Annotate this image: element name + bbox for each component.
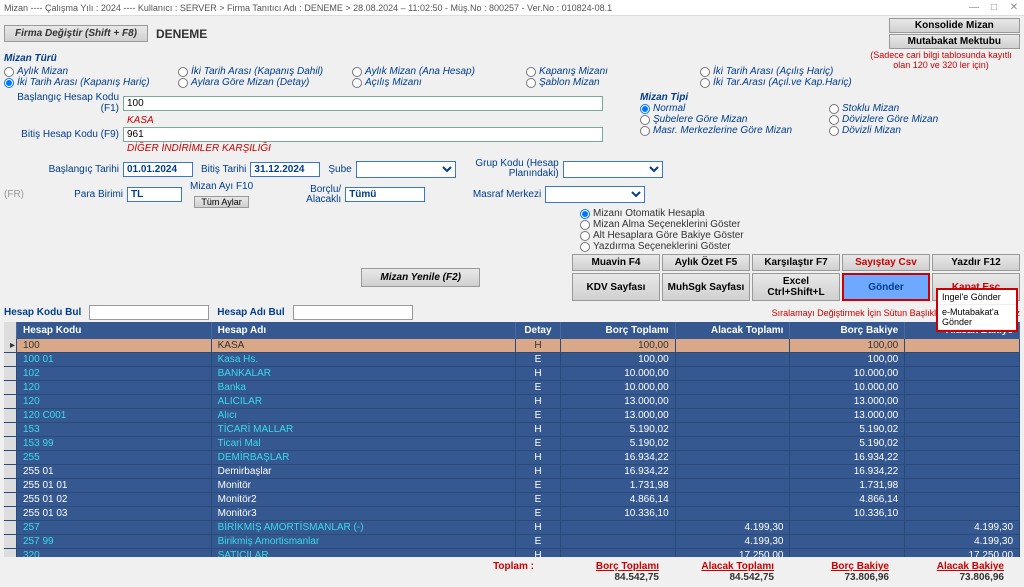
- table-row[interactable]: ▸ 100 KASA H 100,00 100,00: [4, 339, 1020, 353]
- table-row[interactable]: 102 BANKALAR H 10.000,00 10.000,00: [4, 367, 1020, 381]
- bas-hesap-desc: KASA: [127, 115, 154, 126]
- action-button[interactable]: MuhSgk Sayfası: [662, 273, 750, 301]
- bas-tarih-input[interactable]: [123, 162, 193, 177]
- titlebar-text: Mizan ---- Çalışma Yılı : 2024 ---- Kull…: [4, 3, 612, 13]
- dropdown-item[interactable]: e-Mutabakat'a Gönder: [938, 305, 1016, 330]
- note-text: (Sadece cari bilgi tablosunda kayıtlı ol…: [862, 50, 1020, 70]
- firma-degistir-button[interactable]: Firma Değiştir (Shift + F8): [4, 25, 148, 42]
- grid-header: Hesap Kodu Hesap Adı Detay Borç Toplamı …: [4, 322, 1020, 339]
- hesap-adi-bul-label: Hesap Adı Bul: [217, 307, 284, 318]
- table-row[interactable]: 257 BİRİKMİŞ AMORTİSMANLAR (-) H 4.199,3…: [4, 521, 1020, 535]
- mizan-tipi-radio[interactable]: Dövizlere Göre Mizan: [829, 114, 1014, 125]
- action-button[interactable]: Sayıştay Csv: [842, 254, 930, 271]
- masraf-label: Masraf Merkezi: [451, 189, 541, 200]
- col-borc-toplami[interactable]: Borç Toplamı: [561, 322, 676, 339]
- mizan-tipi-radio[interactable]: Stoklu Mizan: [829, 103, 1014, 114]
- totals-column: Borç Bakiye73.806,96: [774, 561, 889, 583]
- fr-label: (FR): [4, 189, 24, 200]
- table-row[interactable]: 120 Banka E 10.000,00 10.000,00: [4, 381, 1020, 395]
- action-button[interactable]: Aylık Özet F5: [662, 254, 750, 271]
- col-hesap-kodu[interactable]: Hesap Kodu: [17, 322, 212, 339]
- action-button[interactable]: Gönder: [842, 273, 930, 301]
- bit-tarih-input[interactable]: [250, 162, 320, 177]
- table-row[interactable]: 153 TİCARİ MALLAR H 5.190,02 5.190,02: [4, 423, 1020, 437]
- hesap-kodu-bul-label: Hesap Kodu Bul: [4, 307, 81, 318]
- mizan-turu-radio[interactable]: Aylık Mizan: [4, 66, 174, 77]
- action-button[interactable]: KDV Sayfası: [572, 273, 660, 301]
- totals-column: Alacak Bakiye73.806,96: [889, 561, 1004, 583]
- para-label: Para Birimi: [32, 189, 123, 200]
- mizan-turu-radio[interactable]: İki Tarih Arası (Açılış Hariç): [700, 66, 870, 77]
- hesap-kodu-bul-input[interactable]: [89, 305, 209, 320]
- titlebar: Mizan ---- Çalışma Yılı : 2024 ---- Kull…: [0, 0, 1024, 16]
- dropdown-item[interactable]: Ingel'e Gönder: [938, 290, 1016, 305]
- col-borc-bakiye[interactable]: Borç Bakiye: [790, 322, 905, 339]
- mizan-ayi-label: Mizan Ayı F10: [190, 181, 253, 192]
- gonder-dropdown: Ingel'e Gönder e-Mutabakat'a Gönder: [936, 288, 1018, 332]
- table-row[interactable]: 255 01 01 Monitör E 1.731,98 1.731,98: [4, 479, 1020, 493]
- totals-column: Alacak Toplamı84.542,75: [659, 561, 774, 583]
- maximize-icon[interactable]: □: [988, 2, 1000, 14]
- borclu-label: Borçlu/ Alacaklı: [291, 185, 341, 205]
- mizan-tipi-radio[interactable]: Şubelere Göre Mizan: [640, 114, 825, 125]
- col-alacak-toplami[interactable]: Alacak Toplamı: [676, 322, 791, 339]
- grup-select[interactable]: [563, 161, 663, 178]
- bas-hesap-label: Başlangıç Hesap Kodu (F1): [4, 92, 119, 114]
- col-detay[interactable]: Detay: [516, 322, 561, 339]
- table-row[interactable]: 255 01 Demirbaşlar H 16.934,22 16.934,22: [4, 465, 1020, 479]
- mizan-tipi-label: Mizan Tipi: [640, 92, 1020, 103]
- bit-hesap-input[interactable]: [123, 127, 603, 142]
- mizan-turu-radio[interactable]: Aylara Göre Mizan (Detay): [178, 77, 348, 88]
- mizan-turu-radio[interactable]: İki Tar.Arası (Açıl.ve Kap.Hariç): [700, 77, 870, 88]
- table-row[interactable]: 255 01 03 Monitör3 E 10.336,10 10.336,10: [4, 507, 1020, 521]
- minimize-icon[interactable]: —: [968, 2, 980, 14]
- close-icon[interactable]: ✕: [1008, 2, 1020, 14]
- action-button[interactable]: Karşılaştır F7: [752, 254, 840, 271]
- sube-label: Şube: [328, 164, 351, 175]
- option-radio[interactable]: Alt Hesaplara Göre Bakiye Göster: [580, 230, 1024, 241]
- hesap-adi-bul-input[interactable]: [293, 305, 413, 320]
- konsolide-mizan-button[interactable]: Konsolide Mizan: [889, 18, 1020, 33]
- table-row[interactable]: 255 DEMİRBAŞLAR H 16.934,22 16.934,22: [4, 451, 1020, 465]
- grup-label: Grup Kodu (Hesap Planındaki): [464, 159, 559, 179]
- masraf-select[interactable]: [545, 186, 645, 203]
- table-row[interactable]: 100 01 Kasa Hs. E 100,00 100,00: [4, 353, 1020, 367]
- mizan-turu-radio[interactable]: İki Tarih Arası (Kapanış Hariç): [4, 77, 174, 88]
- para-input[interactable]: [127, 187, 182, 202]
- action-button[interactable]: Yazdır F12: [932, 254, 1020, 271]
- mutabakat-mektubu-button[interactable]: Mutabakat Mektubu: [889, 34, 1020, 49]
- table-row[interactable]: 257 99 Birikmiş Amortismanlar E 4.199,30…: [4, 535, 1020, 549]
- option-radio[interactable]: Mizan Alma Seçeneklerini Göster: [580, 219, 1024, 230]
- action-button[interactable]: Muavin F4: [572, 254, 660, 271]
- mizan-yenile-button[interactable]: Mizan Yenile (F2): [361, 268, 480, 287]
- mizan-tipi-radio[interactable]: Dövizli Mizan: [829, 125, 1014, 136]
- bit-tarih-label: Bitiş Tarihi: [201, 164, 246, 175]
- option-radio[interactable]: Yazdırma Seçeneklerini Göster: [580, 241, 1024, 252]
- mizan-tipi-radio[interactable]: Masr. Merkezlerine Göre Mizan: [640, 125, 825, 136]
- sube-select[interactable]: [356, 161, 456, 178]
- mizan-turu-radio[interactable]: İki Tarih Arası (Kapanış Dahil): [178, 66, 348, 77]
- option-radio[interactable]: Mizanı Otomatik Hesapla: [580, 208, 1024, 219]
- col-hesap-adi[interactable]: Hesap Adı: [212, 322, 516, 339]
- table-row[interactable]: 255 01 02 Monitör2 E 4.866,14 4.866,14: [4, 493, 1020, 507]
- totals-column: Borç Toplamı84.542,75: [544, 561, 659, 583]
- table-row[interactable]: 120 C001 Alıcı E 13.000,00 13.000,00: [4, 409, 1020, 423]
- mizan-turu-radio[interactable]: Kapanış Mizanı: [526, 66, 696, 77]
- firma-name: DENEME: [156, 27, 889, 41]
- toplam-label: Toplam :: [4, 561, 544, 583]
- table-row[interactable]: 153 99 Ticari Mal E 5.190,02 5.190,02: [4, 437, 1020, 451]
- bas-hesap-input[interactable]: [123, 96, 603, 111]
- table-row[interactable]: 120 ALICILAR H 13.000,00 13.000,00: [4, 395, 1020, 409]
- borclu-input[interactable]: [345, 187, 425, 202]
- action-button[interactable]: Excel Ctrl+Shift+L: [752, 273, 840, 301]
- table-row[interactable]: 320 SATICILAR H 17.250,00 17.250,00: [4, 549, 1020, 557]
- bit-hesap-label: Bitiş Hesap Kodu (F9): [4, 129, 119, 140]
- mizan-turu-radio[interactable]: Aylık Mizan (Ana Hesap): [352, 66, 522, 77]
- bas-tarih-label: Başlangıç Tarihi: [4, 164, 119, 175]
- tum-aylar-button[interactable]: Tüm Aylar: [194, 196, 248, 208]
- mizan-turu-radio[interactable]: Açılış Mizanı: [352, 77, 522, 88]
- mizan-tipi-radio[interactable]: Normal: [640, 103, 825, 114]
- bit-hesap-desc: DİĞER İNDİRİMLER KARŞILIĞI: [127, 143, 271, 154]
- mizan-turu-radio[interactable]: Şablon Mizan: [526, 77, 696, 88]
